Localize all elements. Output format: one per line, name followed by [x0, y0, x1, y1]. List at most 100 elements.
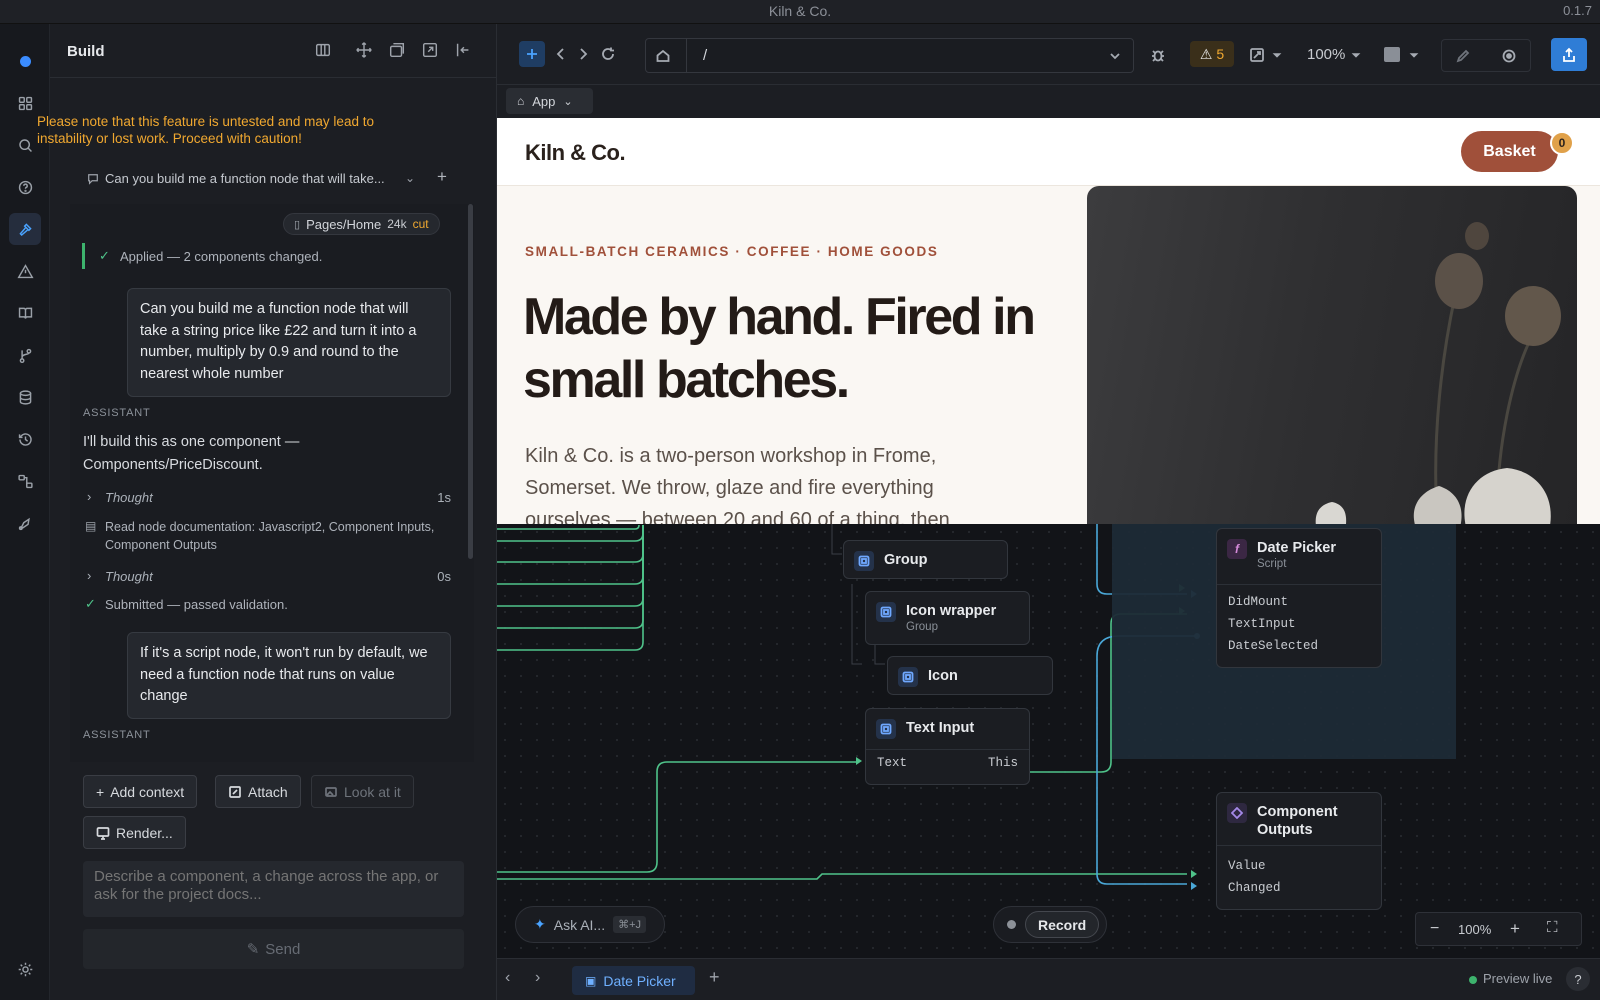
thought-label: Thought — [105, 490, 153, 505]
zoom-out-button[interactable]: − — [1430, 920, 1439, 938]
submitted-status: Submitted — passed validation. — [105, 597, 288, 612]
add-tab-button[interactable]: + — [709, 967, 720, 988]
text-input-title: Text Input — [906, 720, 975, 736]
render-label: Render... — [116, 824, 173, 841]
canvas-zoom-level: 100% — [1458, 922, 1492, 937]
new-conversation-button[interactable]: + — [437, 167, 447, 187]
component-outputs-node[interactable]: Component Outputs Value Changed — [1216, 792, 1382, 910]
assistant-label-2: ASSISTANT — [83, 729, 151, 741]
back-icon[interactable] — [551, 44, 571, 64]
gear-icon[interactable] — [9, 953, 41, 985]
port-textinput[interactable]: TextInput — [1228, 617, 1296, 631]
ask-ai-button[interactable]: ✦ Ask AI... ⌘+J — [515, 906, 665, 943]
port-text-input[interactable]: Text — [877, 756, 907, 770]
attach-button[interactable]: Attach — [215, 775, 301, 808]
context-file: Pages/Home — [306, 216, 382, 232]
ask-ai-label: Ask AI... — [553, 916, 606, 933]
columns-icon[interactable] — [314, 41, 334, 61]
hammer-icon[interactable] — [9, 213, 41, 245]
port-changed[interactable]: Changed — [1228, 881, 1281, 895]
site-header: Kiln & Co. Basket 0 — [497, 118, 1600, 186]
date-picker-subtitle: Script — [1257, 558, 1287, 570]
chevron-down-icon: ⌄ — [405, 171, 416, 185]
theme-swatch[interactable] — [1384, 47, 1400, 62]
port-didmount[interactable]: DidMount — [1228, 595, 1288, 609]
reload-icon[interactable] — [598, 44, 618, 64]
window-titlebar: Kiln & Co. 0.1.7 — [0, 0, 1600, 24]
url-divider — [686, 39, 687, 72]
icon-node[interactable]: Icon — [887, 656, 1053, 695]
deploy-icon[interactable] — [9, 507, 41, 539]
publish-icon[interactable] — [1551, 38, 1587, 71]
record-dot-icon — [1007, 920, 1016, 929]
node-divider — [1217, 845, 1381, 846]
edit-icon[interactable] — [1454, 47, 1472, 65]
text-input-node[interactable]: Text Input Text This — [865, 708, 1030, 785]
collapse-panel-icon[interactable] — [454, 41, 474, 61]
port-this-output[interactable]: This — [988, 756, 1018, 770]
database-icon[interactable] — [9, 381, 41, 413]
viewport-icon[interactable] — [1247, 45, 1267, 65]
context-chip[interactable]: ▯ Pages/Home 24k cut — [283, 213, 440, 235]
caret-down-icon[interactable] — [1407, 45, 1421, 65]
warnings-badge[interactable]: ⚠ 5 — [1190, 41, 1234, 67]
look-at-it-button[interactable]: Look at it — [311, 775, 414, 808]
prev-tab-icon[interactable]: ‹ — [505, 969, 510, 987]
record-control: Record — [993, 906, 1107, 943]
chevron-down-icon[interactable] — [1106, 47, 1124, 65]
thought-row[interactable]: › Thought 1s — [83, 489, 451, 507]
help-button[interactable]: ? — [1566, 967, 1590, 991]
site-brand[interactable]: Kiln & Co. — [525, 140, 626, 166]
thought-label: Thought — [105, 569, 153, 584]
window-title: Kiln & Co. — [768, 3, 832, 19]
add-context-button[interactable]: + Add context — [83, 775, 198, 808]
url-bar[interactable]: / — [645, 38, 1134, 73]
preview-icon[interactable] — [1500, 47, 1518, 65]
conversation-selector[interactable]: Can you build me a function node that wi… — [37, 165, 447, 195]
look-at-it-label: Look at it — [344, 783, 401, 800]
move-icon[interactable] — [355, 41, 375, 61]
warning-icon: ⚠ — [1199, 45, 1213, 62]
date-picker-node[interactable]: f Date Picker Script DidMount TextInput D… — [1216, 528, 1382, 668]
bug-icon[interactable] — [1148, 45, 1168, 65]
icon-wrapper-title: Icon wrapper — [906, 603, 997, 619]
render-button[interactable]: Render... — [83, 816, 186, 849]
node-canvas[interactable]: Group Icon wrapper Group Icon Text Input … — [497, 524, 1600, 958]
caret-down-icon[interactable] — [1270, 45, 1284, 65]
icon-wrapper-node[interactable]: Icon wrapper Group — [865, 591, 1030, 645]
expand-icon[interactable] — [421, 41, 441, 61]
zoom-in-button[interactable]: + — [1510, 919, 1520, 939]
port-value[interactable]: Value — [1228, 859, 1266, 873]
warning-icon[interactable] — [9, 255, 41, 287]
window-icon[interactable] — [388, 41, 408, 61]
port-dateselected[interactable]: DateSelected — [1228, 639, 1318, 653]
next-tab-icon[interactable]: › — [535, 969, 540, 987]
send-button[interactable]: ✎ Send — [83, 929, 464, 969]
record-button[interactable]: Record — [1025, 911, 1100, 938]
basket-button[interactable]: Basket — [1461, 131, 1558, 172]
home-icon[interactable] — [654, 47, 672, 65]
icon-node-title: Icon — [928, 668, 958, 684]
zoom-level[interactable]: 100% — [1307, 46, 1345, 63]
app-dot-icon[interactable] — [9, 45, 41, 77]
history-icon[interactable] — [9, 423, 41, 455]
group-node[interactable]: Group — [843, 540, 1008, 579]
book-icon[interactable] — [9, 297, 41, 329]
group-node-title: Group — [884, 552, 928, 568]
panel-header: Build — [50, 24, 497, 78]
git-branch-icon[interactable] — [9, 339, 41, 371]
chat-scrollbar[interactable] — [468, 204, 473, 559]
add-button[interactable] — [519, 41, 545, 67]
nodes-icon[interactable] — [9, 465, 41, 497]
prompt-input[interactable] — [83, 861, 464, 917]
thought-row-2[interactable]: › Thought 0s — [83, 568, 451, 586]
group-icon — [854, 551, 874, 571]
image-icon — [325, 786, 337, 797]
fit-view-icon[interactable]: ⛶ — [1547, 919, 1558, 936]
caret-down-icon[interactable] — [1349, 45, 1363, 65]
forward-icon[interactable] — [573, 44, 593, 64]
warning-notice: Please note that this feature is unteste… — [37, 114, 374, 146]
applied-status: Applied — 2 components changed. — [120, 249, 323, 264]
page-selector[interactable]: ⌂ App ⌄ — [506, 88, 593, 114]
tab-date-picker[interactable]: ▣ Date Picker — [572, 966, 695, 995]
